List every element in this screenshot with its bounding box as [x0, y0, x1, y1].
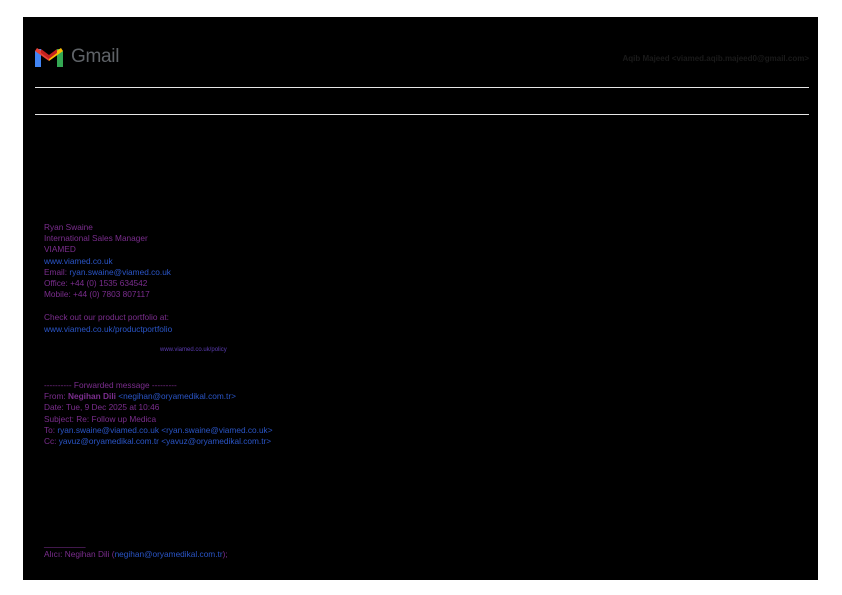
signature-mobile-phone: Mobile: +44 (0) 7803 807117	[44, 289, 150, 300]
forwarded-date: Date: Tue, 9 Dec 2025 at 10:46	[44, 402, 160, 413]
signature-name: Ryan Swaine	[44, 222, 93, 232]
signature-office-phone: Office: +44 (0) 1535 634542	[44, 278, 148, 289]
forwarded-subject: Subject: Re: Follow up Medica	[44, 413, 157, 424]
forwarded-to-label: To:	[44, 424, 56, 435]
header-divider	[35, 87, 809, 88]
forwarded-cc-label: Cc:	[44, 436, 57, 447]
quoted-footer: _________ Alıcı: Negihan Dili (negihan@o…	[44, 538, 228, 560]
forwarded-from-email[interactable]: <negihan@oryamedikal.com.tr>	[118, 391, 236, 401]
forwarded-to-email-full[interactable]: <ryan.swaine@viamed.co.uk>	[161, 425, 272, 435]
subject-divider	[35, 114, 809, 115]
policy-link[interactable]: www.viamed.co.uk/policy	[160, 347, 227, 353]
footer-recipient-row: Alıcı: Negihan Dili (negihan@oryamedikal…	[44, 549, 228, 560]
forwarded-from-label: From:	[44, 391, 66, 402]
forwarded-from-name: Negihan Dili	[67, 391, 116, 402]
signature-email-row: Email: ryan.swaine@viamed.co.uk	[44, 267, 172, 278]
portfolio-link[interactable]: www.viamed.co.uk/productportfolio	[44, 324, 172, 335]
forwarded-to-row: To: ryan.swaine@viamed.co.uk <ryan.swain…	[44, 425, 273, 436]
signature-email-label: Email:	[44, 266, 68, 277]
forwarded-separator: ---------- Forwarded message ---------	[44, 380, 177, 390]
forwarded-message-header: ---------- Forwarded message --------- F…	[44, 380, 273, 447]
account-address: Aqib Majeed <viamed.aqib.majeed0@gmail.c…	[622, 54, 809, 63]
signature-title: International Sales Manager	[44, 233, 148, 244]
portfolio-text: Check out our product portfolio at:	[44, 312, 169, 323]
signature-company: VIAMED	[44, 244, 76, 255]
footer-separator: _________	[44, 538, 86, 548]
forwarded-cc-email-full[interactable]: <yavuz@oryamedikal.com.tr>	[161, 436, 271, 446]
forwarded-from-row: From: Negihan Dili <negihan@oryamedikal.…	[44, 391, 273, 402]
gmail-logo: Gmail	[33, 44, 119, 70]
gmail-logo-text: Gmail	[71, 46, 120, 67]
forwarded-cc-row: Cc: yavuz@oryamedikal.com.tr <yavuz@orya…	[44, 436, 273, 447]
email-signature: Ryan Swaine International Sales Manager …	[44, 222, 172, 335]
signature-email-link[interactable]: ryan.swaine@viamed.co.uk	[69, 267, 171, 277]
signature-website-link[interactable]: www.viamed.co.uk	[44, 256, 172, 267]
footer-recipient-email[interactable]: negihan@oryamedikal.com.tr	[115, 549, 223, 559]
forwarded-to-email[interactable]: ryan.swaine@viamed.co.uk	[57, 425, 159, 435]
email-page: Gmail Aqib Majeed <viamed.aqib.majeed0@g…	[23, 17, 818, 580]
forwarded-cc-email[interactable]: yavuz@oryamedikal.com.tr	[59, 436, 159, 446]
footer-recipient-prefix: Alıcı: Negihan Dili (	[44, 549, 115, 560]
footer-recipient-suffix: );	[222, 549, 228, 560]
gmail-m-icon	[35, 48, 63, 67]
